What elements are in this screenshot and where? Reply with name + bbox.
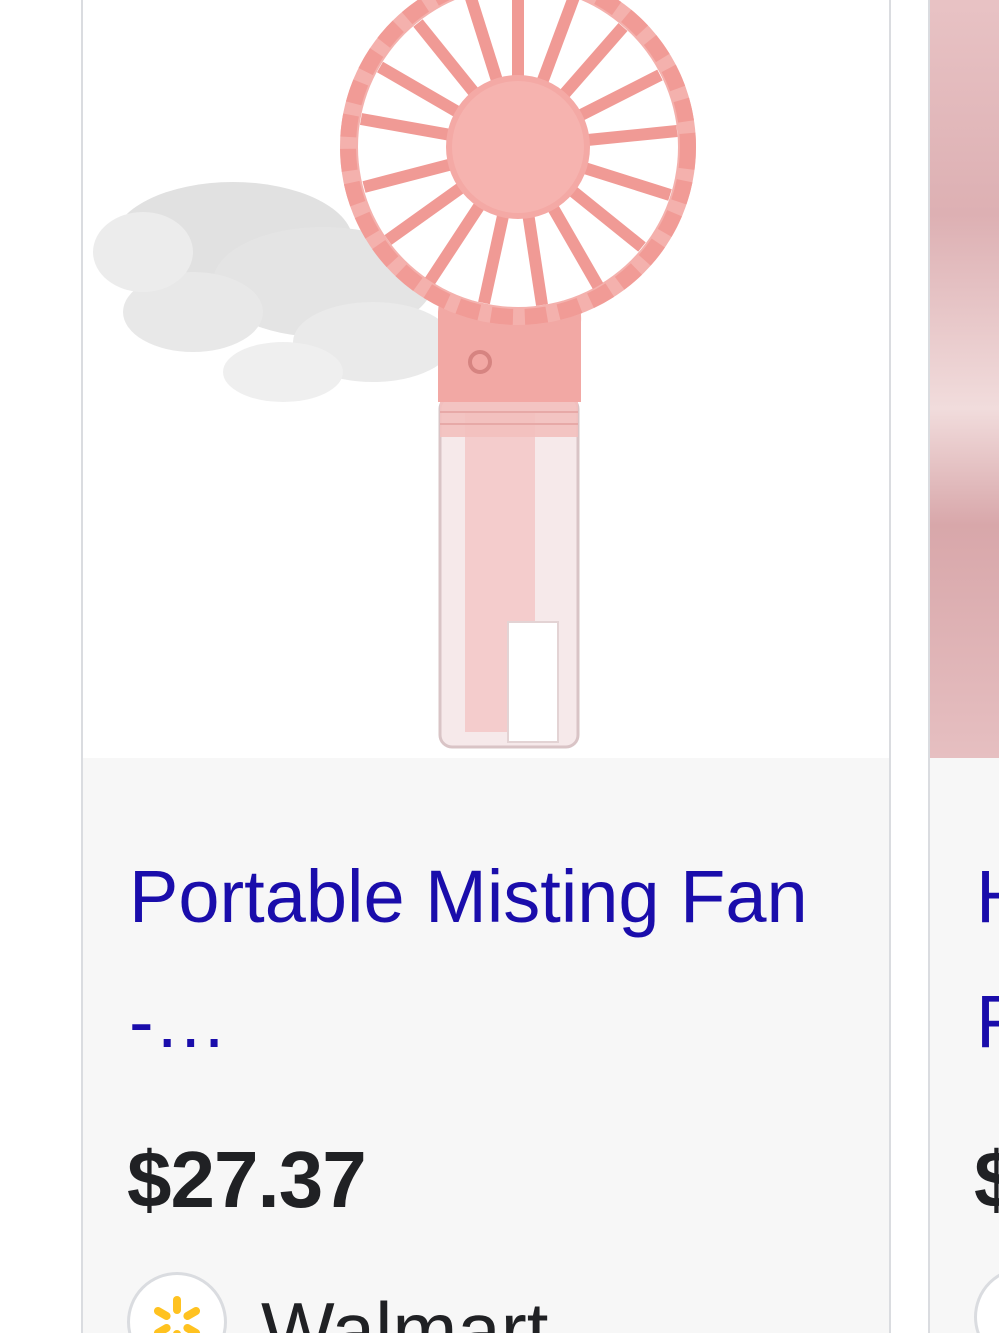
merchant-name: Walmart	[261, 1286, 549, 1333]
next-product-image[interactable]	[930, 0, 999, 758]
next-product-title-link[interactable]: H F	[976, 834, 999, 1084]
walmart-spark-icon	[127, 1271, 227, 1333]
merchant-row[interactable]: Walmart	[127, 1267, 548, 1333]
next-product-price: $	[974, 1134, 999, 1226]
next-title-line-2: F	[976, 959, 999, 1084]
next-product-card[interactable]: H F $	[928, 0, 999, 1333]
product-image[interactable]	[83, 0, 889, 758]
misting-fan-image	[93, 0, 696, 749]
product-title-link[interactable]: Portable Misting Fan -…	[129, 834, 829, 1084]
shopping-results-viewport: Portable Misting Fan -… $27.37 Walmart	[0, 0, 999, 1333]
next-merchant-logo-icon	[974, 1267, 999, 1333]
product-price: $27.37	[127, 1135, 367, 1224]
next-title-line-1: H	[976, 834, 999, 959]
product-card[interactable]: Portable Misting Fan -… $27.37 Walmart	[81, 0, 891, 1333]
